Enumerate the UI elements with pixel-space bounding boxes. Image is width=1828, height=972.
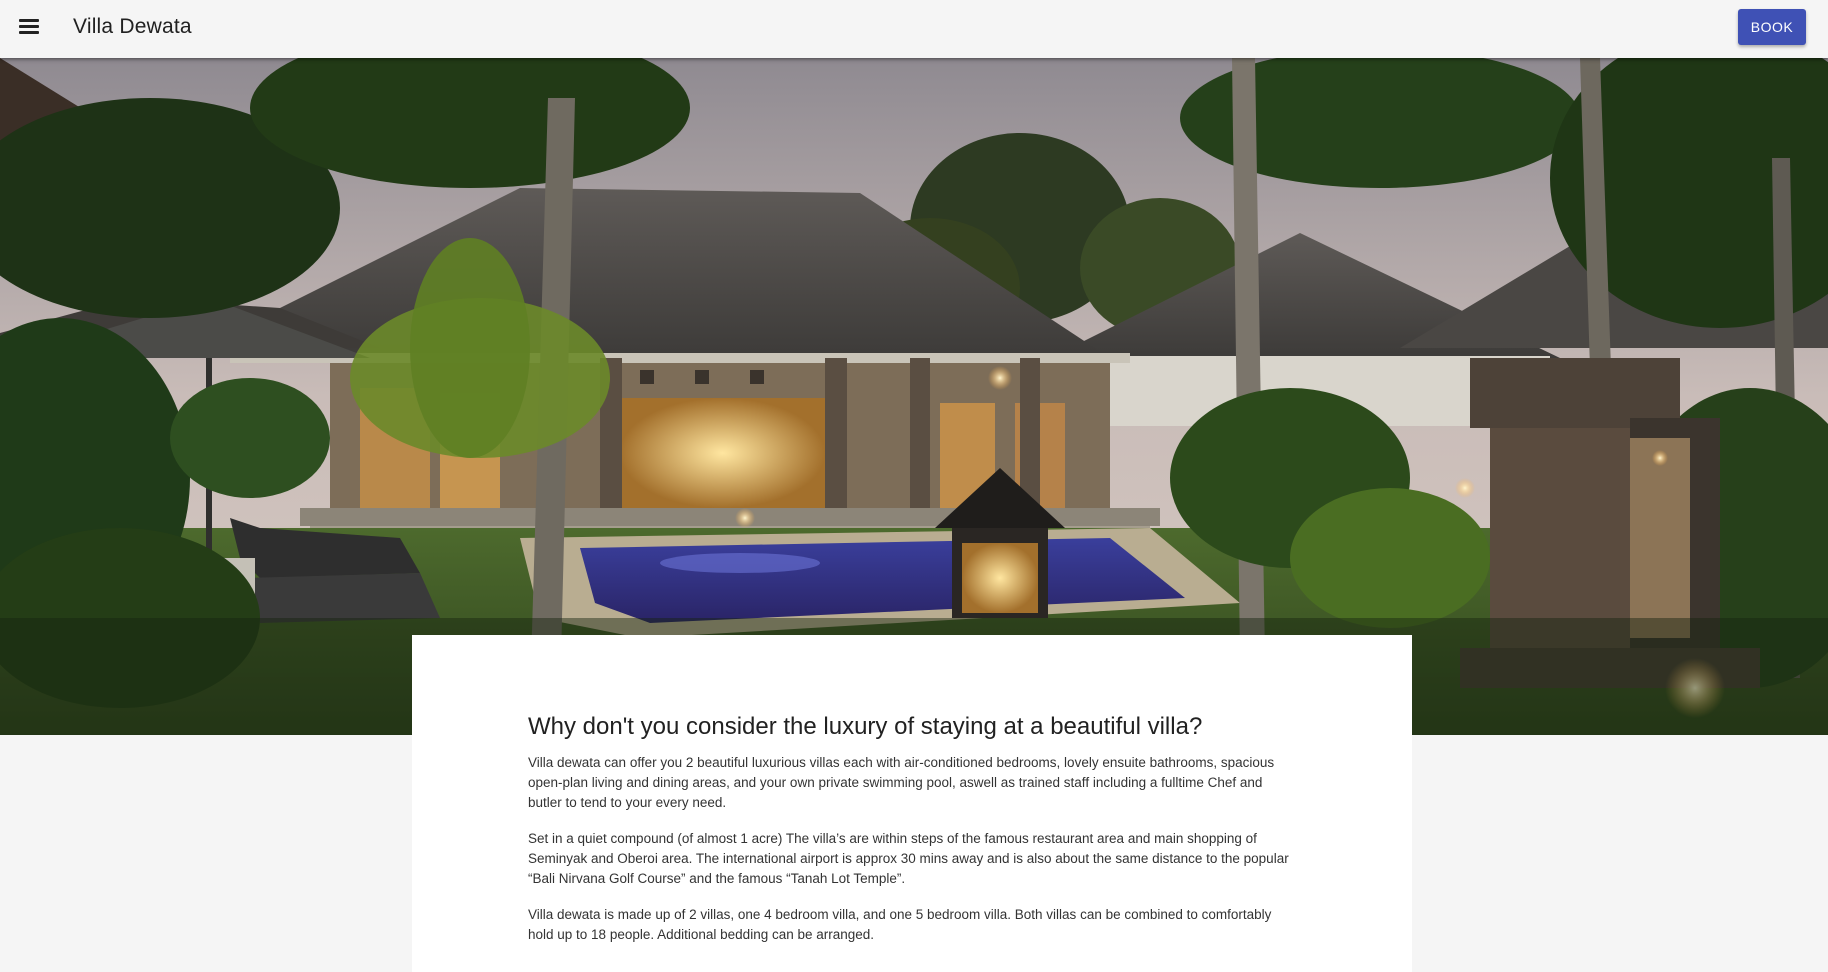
app-bar: Villa Dewata BOOK [0, 0, 1828, 58]
hero-image [0, 58, 1828, 735]
intro-section: Why don't you consider the luxury of sta… [528, 712, 1298, 961]
app-title: Villa Dewata [73, 15, 192, 38]
section-headline: Why don't you consider the luxury of sta… [528, 713, 1203, 740]
book-button[interactable]: BOOK [1738, 9, 1806, 45]
capacity-paragraph: Villa dewata is made up of 2 villas, one… [528, 907, 1272, 942]
hamburger-menu-icon[interactable] [12, 9, 46, 43]
location-paragraph: Set in a quiet compound (of almost 1 acr… [528, 831, 1289, 886]
content-card: Why don't you consider the luxury of sta… [412, 635, 1412, 972]
intro-paragraph: Villa dewata can offer you 2 beautiful l… [528, 755, 1275, 810]
